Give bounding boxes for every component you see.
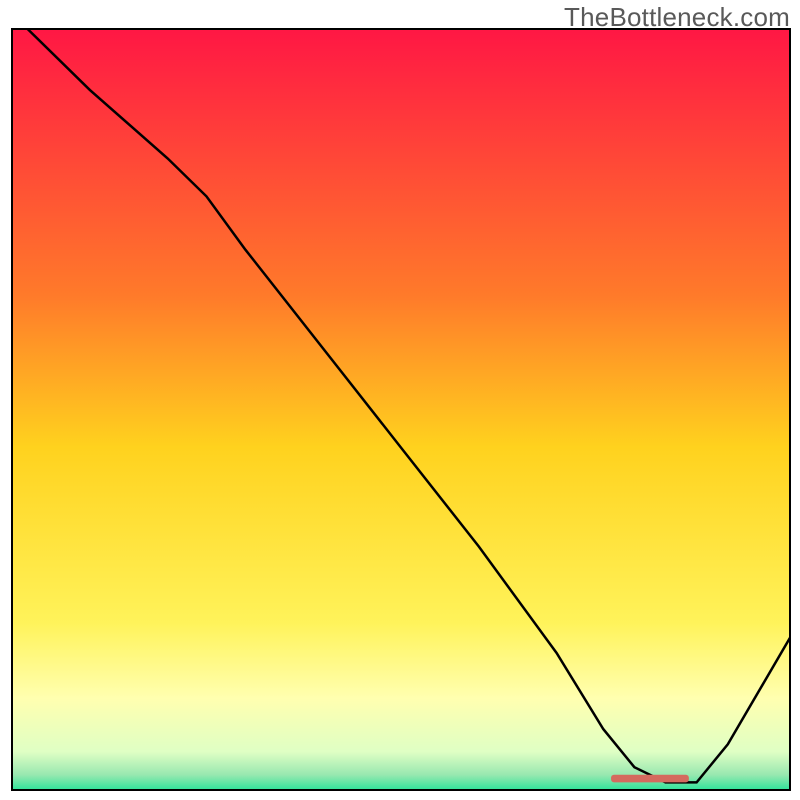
optimal-marker <box>611 775 689 783</box>
chart-background <box>12 29 790 790</box>
chart-svg <box>0 0 800 800</box>
watermark: TheBottleneck.com <box>564 2 790 33</box>
chart-stage: TheBottleneck.com <box>0 0 800 800</box>
